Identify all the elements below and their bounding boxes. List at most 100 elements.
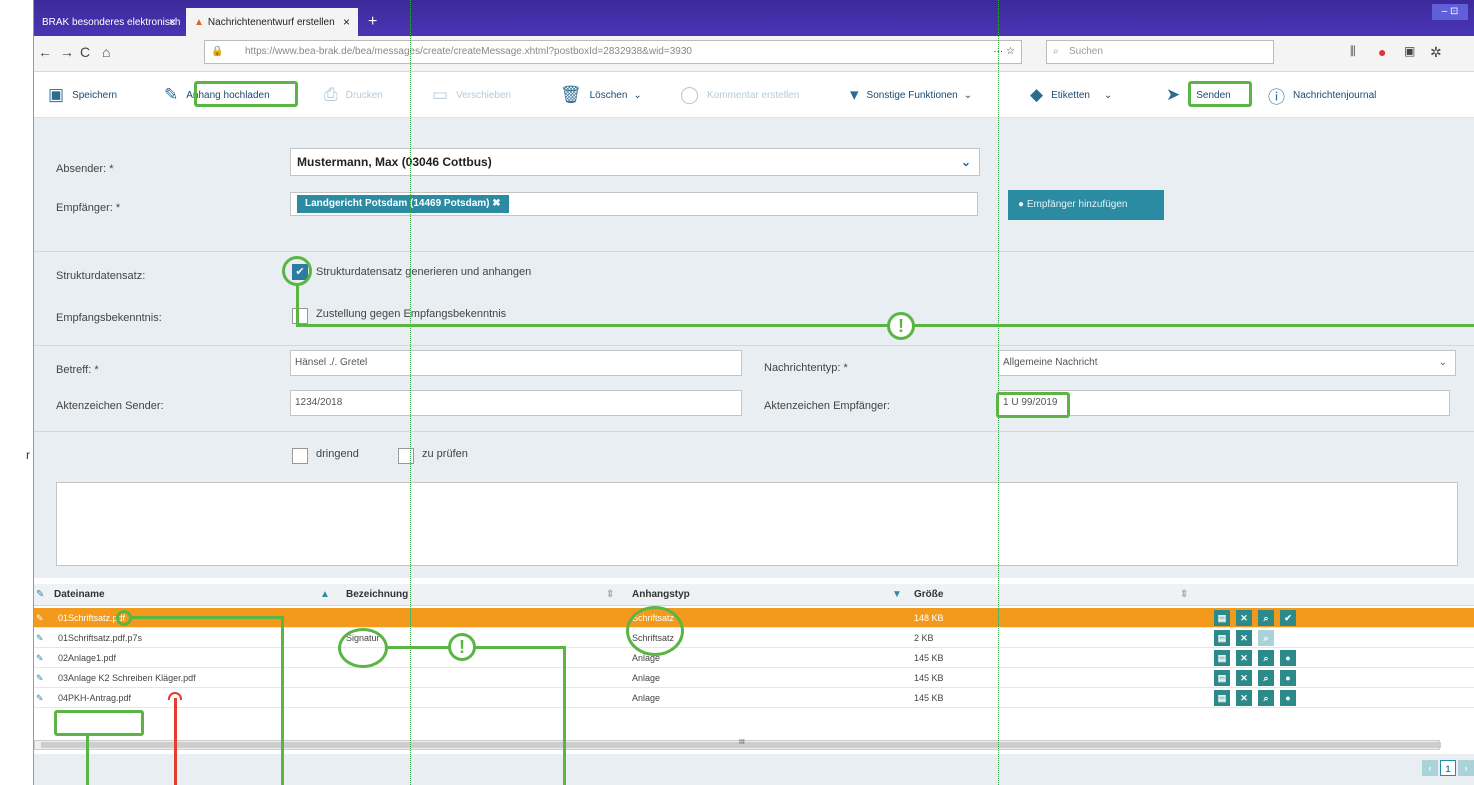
delete-file-icon[interactable]: ✕ — [1236, 690, 1252, 706]
prev-page-icon[interactable]: ‹ — [1422, 760, 1438, 776]
subject-section: Betreff: * Hänsel ./. Gretel Nachrichten… — [34, 346, 1474, 432]
check-icon[interactable]: ✔ — [1280, 610, 1296, 626]
save-file-icon[interactable]: ▤ — [1214, 690, 1230, 706]
col-type[interactable]: Anhangstyp — [632, 589, 690, 600]
remove-tag-icon[interactable]: ✖ — [492, 198, 500, 209]
brak-logo-icon: ▲ — [194, 16, 204, 28]
edit-icon[interactable]: ✎ — [36, 673, 44, 684]
table-row[interactable]: ✎ 02Anlage1.pdf Anlage 145 KB ▤ ✕ ⌕ ● — [34, 648, 1474, 668]
delete-file-icon[interactable]: ✕ — [1236, 650, 1252, 666]
col-description[interactable]: Bezeichnung — [346, 589, 408, 600]
highlight-send — [1188, 81, 1252, 107]
table-header: ✎ Dateiname ▲ Bezeichnung ⇕ Anhangstyp ▼… — [34, 584, 1474, 606]
add-recipient-button[interactable]: ● Empfänger hinzufügen — [1008, 190, 1164, 220]
urgent-label: dringend — [316, 448, 359, 460]
scrollbar-thumb[interactable]: III — [41, 739, 1441, 748]
move-button[interactable]: ▭ Verschieben — [432, 84, 511, 106]
save-file-icon[interactable]: ▤ — [1214, 610, 1230, 626]
sort-asc-icon[interactable]: ▲ — [320, 589, 330, 600]
more-options-icon[interactable]: ● — [1280, 690, 1296, 706]
recipient-tag[interactable]: Landgericht Potsdam (14469 Potsdam) ✖ — [297, 195, 509, 213]
delete-file-icon[interactable]: ✕ — [1236, 670, 1252, 686]
subject-input[interactable]: Hänsel ./. Gretel — [290, 350, 742, 376]
reader-icon[interactable]: ▣ — [1404, 44, 1415, 58]
col-filename[interactable]: Dateiname — [54, 589, 105, 600]
preview-icon[interactable]: ⌕ — [1258, 610, 1274, 626]
delete-button[interactable]: 🗑 Löschen ⌄ — [560, 84, 642, 106]
delete-file-icon[interactable]: ✕ — [1236, 630, 1252, 646]
print-button[interactable]: ⎙ Drucken — [324, 84, 383, 106]
home-icon[interactable]: ⌂ — [102, 44, 110, 60]
sort-icon[interactable]: ⇕ — [1180, 589, 1188, 600]
recipient-input[interactable]: Landgericht Potsdam (14469 Potsdam) ✖ — [290, 192, 978, 216]
tab-brak[interactable]: BRAK besonderes elektronisch × — [34, 8, 184, 36]
settings-icon[interactable]: ✲ — [1430, 44, 1442, 61]
edit-icon[interactable]: ✎ — [36, 613, 44, 624]
highlight-signature — [338, 628, 388, 668]
edit-icon[interactable]: ✎ — [36, 693, 44, 704]
horizontal-scrollbar[interactable]: III — [34, 739, 1441, 750]
ref-sender-input[interactable]: 1234/2018 — [290, 390, 742, 416]
msgtype-select[interactable]: Allgemeine Nachricht ⌄ — [998, 350, 1456, 376]
preview-icon[interactable]: ⌕ — [1258, 650, 1274, 666]
close-icon[interactable]: × — [169, 15, 176, 29]
tab-label: Nachrichtenentwurf erstellen — [207, 16, 335, 28]
edit-column-icon: ✎ — [36, 589, 45, 600]
more-options-icon[interactable]: ● — [1280, 650, 1296, 666]
adblock-icon[interactable]: ● — [1378, 44, 1386, 60]
comment-button[interactable]: ◯ Kommentar erstellen — [680, 84, 799, 106]
new-tab-button[interactable]: + — [360, 8, 384, 36]
ack-checkbox[interactable] — [292, 308, 308, 324]
page-number[interactable]: 1 — [1440, 760, 1456, 776]
annotation-line — [281, 616, 284, 785]
save-button[interactable]: ▣ Speichern — [48, 84, 117, 106]
preview-icon[interactable]: ⌕ — [1258, 670, 1274, 686]
col-size[interactable]: Größe — [914, 589, 943, 600]
close-icon[interactable]: × — [343, 15, 350, 29]
reload-icon[interactable]: C — [80, 44, 90, 60]
window-controls[interactable]: – ⊡ — [1432, 4, 1468, 20]
highlight-filename-5 — [54, 710, 144, 736]
page-actions[interactable]: ··· ☆ — [993, 41, 1015, 63]
forward-icon[interactable]: → — [60, 44, 74, 60]
other-functions-button[interactable]: ▾ Sonstige Funktionen ⌄ — [850, 84, 972, 106]
edit-icon[interactable]: ✎ — [36, 633, 44, 644]
paper-plane-icon: ➤ — [1166, 85, 1181, 104]
save-file-icon[interactable]: ▤ — [1214, 670, 1230, 686]
edit-icon[interactable]: ✎ — [36, 653, 44, 664]
sender-label: Absender: * — [56, 163, 114, 175]
guide-line — [410, 0, 411, 785]
next-page-icon[interactable]: › — [1458, 760, 1474, 776]
preview-icon[interactable]: ⌕ — [1258, 690, 1274, 706]
plus-circle-icon: ● — [1018, 199, 1025, 210]
sort-icon[interactable]: ⇕ — [606, 589, 614, 600]
table-row[interactable]: ✎ 04PKH-Antrag.pdf Anlage 145 KB ▤ ✕ ⌕ ● — [34, 688, 1474, 708]
sender-select[interactable]: Mustermann, Max (03046 Cottbus) ⌄ — [290, 148, 980, 176]
save-file-icon[interactable]: ▤ — [1214, 650, 1230, 666]
delete-file-icon[interactable]: ✕ — [1236, 610, 1252, 626]
preview-icon[interactable]: ⌕ — [1258, 630, 1274, 646]
annotation-line — [388, 646, 566, 649]
pagination: ‹ 1 › — [34, 754, 1474, 785]
more-options-icon[interactable]: ● — [1280, 670, 1296, 686]
chevron-down-icon: ⌄ — [960, 155, 971, 169]
back-icon[interactable]: ← — [38, 44, 52, 60]
labels-button[interactable]: ◆ Etiketten ⌄ — [1030, 84, 1112, 106]
url-bar[interactable]: 🔒 https://www.bea-brak.de/bea/messages/c… — [204, 40, 1022, 64]
table-row[interactable]: ✎ 01Schriftsatz.pdf.p7s Signatur Schrift… — [34, 628, 1474, 648]
warning-icon: ! — [887, 312, 915, 340]
table-row[interactable]: ✎ 03Anlage K2 Schreiben Kläger.pdf Anlag… — [34, 668, 1474, 688]
tab-nachrichtenentwurf[interactable]: ▲ Nachrichtenentwurf erstellen × — [186, 8, 358, 36]
check-checkbox[interactable] — [398, 448, 414, 464]
message-body-textarea[interactable] — [56, 482, 1458, 566]
attachments-table: ✎ Dateiname ▲ Bezeichnung ⇕ Anhangstyp ▼… — [34, 584, 1474, 754]
sort-desc-icon[interactable]: ▼ — [892, 589, 902, 600]
url-host: https://www.bea-brak.de — [245, 46, 353, 57]
urgent-checkbox[interactable] — [292, 448, 308, 464]
message-journal-button[interactable]: ⓘ Nachrichtenjournal — [1268, 84, 1376, 107]
save-file-icon[interactable]: ▤ — [1214, 630, 1230, 646]
search-input[interactable]: ⌕ Suchen — [1046, 40, 1274, 64]
print-label: Drucken — [345, 89, 383, 101]
struct-option-label: Strukturdatensatz generieren und anhange… — [316, 266, 532, 278]
library-icon[interactable]: ⫼ — [1350, 44, 1356, 59]
